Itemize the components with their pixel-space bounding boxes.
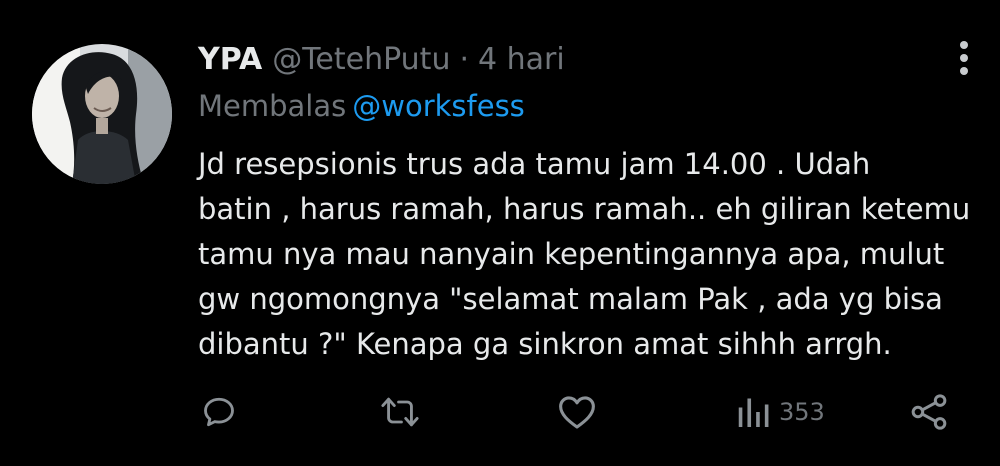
retweet-button[interactable] bbox=[380, 388, 420, 436]
retweet-icon bbox=[381, 397, 419, 427]
timestamp[interactable]: 4 hari bbox=[478, 40, 565, 80]
like-button[interactable] bbox=[557, 388, 597, 436]
avatar[interactable] bbox=[32, 44, 172, 184]
reply-mention-link[interactable]: @worksfess bbox=[352, 89, 525, 123]
more-vertical-icon bbox=[960, 41, 968, 75]
share-button[interactable] bbox=[910, 388, 948, 436]
views-count: 353 bbox=[779, 398, 825, 426]
views-button[interactable]: 353 bbox=[735, 388, 825, 436]
action-bar: 353 bbox=[0, 388, 1000, 436]
views-bar-chart-icon bbox=[738, 398, 769, 427]
user-handle[interactable]: @TetehPutu bbox=[272, 40, 450, 80]
display-name[interactable]: YPA bbox=[198, 40, 262, 80]
header-separator: · bbox=[459, 42, 470, 77]
more-options-button[interactable] bbox=[946, 38, 982, 78]
reply-context: Membalas @worksfess bbox=[198, 86, 525, 126]
reply-button[interactable] bbox=[201, 388, 237, 436]
share-icon bbox=[911, 394, 947, 430]
heart-icon bbox=[559, 396, 595, 429]
tweet-text: Jd resepsionis trus ada tamu jam 14.00 .… bbox=[198, 147, 971, 361]
tweet-header: YPA @TetehPutu · 4 hari bbox=[198, 40, 565, 80]
reply-bubble-icon bbox=[204, 397, 234, 427]
reply-prefix: Membalas bbox=[198, 89, 347, 123]
